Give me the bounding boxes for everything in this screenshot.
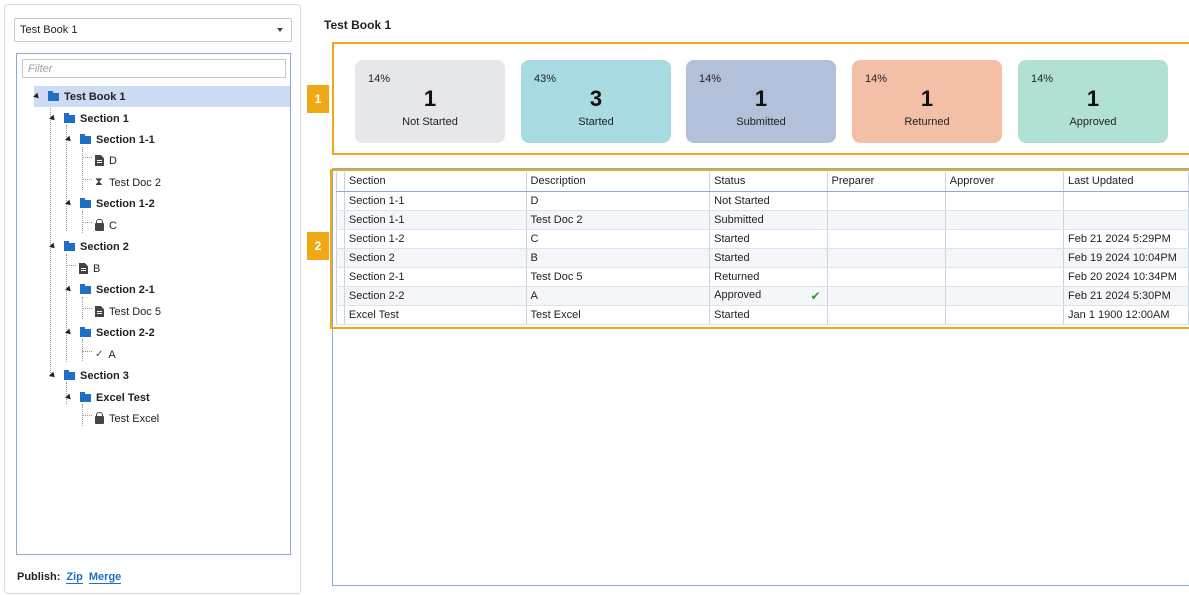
table-row[interactable]: Section 2-2 A Approved ✔ Feb 21 2024 5:30… [336, 286, 1189, 306]
tree-node-section-1[interactable]: Section 1 [49, 108, 129, 129]
publish-label: Publish: [17, 571, 61, 583]
tree-node-doc-d[interactable]: D [95, 150, 117, 171]
card-submitted[interactable]: 14% 1 Submitted [686, 60, 836, 143]
collapse-arrow-icon[interactable] [65, 328, 73, 337]
lock-icon [95, 219, 104, 231]
collapse-arrow-icon[interactable] [65, 285, 73, 294]
collapse-arrow-icon[interactable] [49, 371, 57, 380]
col-header-status[interactable]: Status [709, 172, 828, 192]
tree-node-section-2-2[interactable]: Section 2-2 [65, 322, 155, 343]
filter-input[interactable] [22, 59, 286, 78]
collapse-arrow-icon[interactable] [33, 92, 41, 101]
collapse-arrow-icon[interactable] [65, 135, 73, 144]
table-header-row: Section Description Status Preparer Appr… [336, 172, 1189, 192]
col-header-description[interactable]: Description [526, 172, 711, 192]
tree-node-excel-test[interactable]: Excel Test [65, 387, 150, 408]
col-header-preparer[interactable]: Preparer [827, 172, 946, 192]
folder-icon [80, 391, 91, 402]
zip-link[interactable]: Zip [66, 571, 83, 584]
documents-table: Section Description Status Preparer Appr… [336, 172, 1189, 325]
tree-node-section-3[interactable]: Section 3 [49, 365, 129, 386]
status-cards-frame: 14% 1 Not Started 43% 3 Started 14% 1 Su… [332, 42, 1189, 155]
table-row[interactable]: Section 2-1 Test Doc 5 Returned Feb 20 2… [336, 267, 1189, 287]
card-approved[interactable]: 14% 1 Approved [1018, 60, 1168, 143]
folder-icon [80, 197, 91, 208]
document-icon [79, 263, 88, 274]
tree-node-doc-c[interactable]: C [95, 215, 117, 236]
publish-bar: Publish: Zip Merge [17, 571, 122, 584]
tree-node-section-1-1[interactable]: Section 1-1 [65, 129, 155, 150]
table-row[interactable]: Section 1-2 C Started Feb 21 2024 5:29PM [336, 229, 1189, 249]
folder-icon [64, 369, 75, 380]
tree-node-test-book-1[interactable]: Test Book 1 [33, 86, 290, 107]
tree-node-test-doc-5[interactable]: Test Doc 5 [95, 301, 161, 322]
checkmark-icon: ✔ [810, 288, 821, 303]
document-icon [95, 306, 104, 317]
card-not-started[interactable]: 14% 1 Not Started [355, 60, 505, 143]
collapse-arrow-icon[interactable] [49, 242, 57, 251]
document-icon [95, 155, 104, 166]
tree-node-section-2-1[interactable]: Section 2-1 [65, 279, 155, 300]
table-row[interactable]: Excel Test Test Excel Started Jan 1 1900… [336, 305, 1189, 325]
tree-node-section-1-2[interactable]: Section 1-2 [65, 193, 155, 214]
left-panel: Test Book 1 Test Book 1 [4, 4, 301, 594]
table-row[interactable]: Section 1-1 D Not Started [336, 191, 1189, 211]
tree-node-test-excel[interactable]: Test Excel [95, 408, 159, 429]
folder-icon [64, 240, 75, 251]
chevron-down-icon [277, 28, 283, 32]
table-row[interactable]: Section 2 B Started Feb 19 2024 10:04PM [336, 248, 1189, 268]
folder-icon [80, 326, 91, 337]
col-header-last-updated[interactable]: Last Updated [1063, 172, 1189, 192]
collapse-arrow-icon[interactable] [65, 393, 73, 402]
book-select[interactable]: Test Book 1 [14, 18, 292, 42]
tree-node-doc-b[interactable]: B [79, 258, 100, 279]
tree-panel: Test Book 1 Section 1 Section 1-1 D ⧗ Te… [16, 53, 291, 555]
callout-badge-2: 2 [307, 232, 329, 260]
merge-link[interactable]: Merge [88, 571, 122, 584]
folder-icon [80, 283, 91, 294]
card-returned[interactable]: 14% 1 Returned [852, 60, 1002, 143]
callout-badge-1: 1 [307, 85, 329, 113]
tree-node-test-doc-2[interactable]: ⧗ Test Doc 2 [95, 172, 161, 193]
lock-icon [95, 412, 104, 424]
folder-icon [64, 112, 75, 123]
table-row[interactable]: Section 1-1 Test Doc 2 Submitted [336, 210, 1189, 230]
tree-node-doc-a[interactable]: ✓ A [95, 344, 116, 365]
collapse-arrow-icon[interactable] [49, 114, 57, 123]
col-header-approver[interactable]: Approver [945, 172, 1065, 192]
hourglass-icon: ⧗ [95, 176, 103, 188]
col-header-section[interactable]: Section [344, 172, 527, 192]
tree-node-section-2[interactable]: Section 2 [49, 236, 129, 257]
card-started[interactable]: 43% 3 Started [521, 60, 671, 143]
folder-icon [48, 90, 59, 101]
collapse-arrow-icon[interactable] [65, 199, 73, 208]
page-title: Test Book 1 [324, 18, 392, 32]
folder-icon [80, 133, 91, 144]
book-select-value: Test Book 1 [20, 24, 78, 36]
check-icon: ✓ [95, 349, 104, 360]
